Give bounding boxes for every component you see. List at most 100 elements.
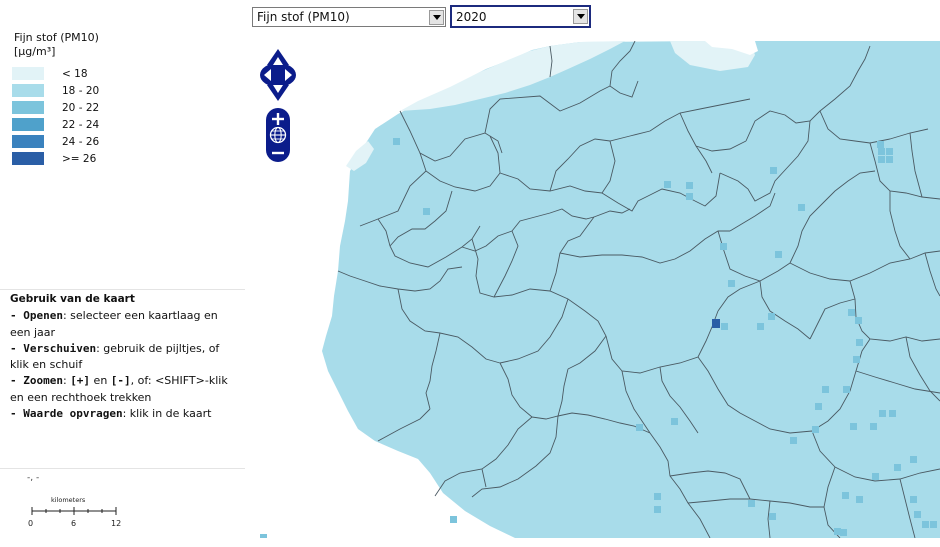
- concentration-cell: [850, 423, 857, 430]
- concentration-cell: [720, 243, 727, 250]
- concentration-cell: [822, 386, 829, 393]
- scale-tick: 6: [71, 519, 77, 528]
- layer-select-value: Fijn stof (PM10): [257, 10, 350, 24]
- legend-label: 24 - 26: [62, 135, 100, 148]
- map-canvas[interactable]: [250, 41, 940, 538]
- concentration-cell: [768, 313, 775, 320]
- concentration-cell: [886, 148, 893, 155]
- concentration-cell: [654, 493, 661, 500]
- concentration-cell: [790, 437, 797, 444]
- divider: [0, 468, 245, 469]
- legend-label: 20 - 22: [62, 101, 100, 114]
- legend-swatch: [12, 135, 44, 148]
- legend-swatch: [12, 118, 44, 131]
- concentration-cell: [840, 529, 847, 536]
- scale-tick: 12: [111, 519, 122, 528]
- legend-label: >= 26: [62, 152, 97, 165]
- legend: < 18 18 - 20 20 - 22 22 - 24 24 - 26 >= …: [12, 65, 99, 167]
- help-zoom-minus: [-]: [110, 374, 131, 388]
- legend-title: Fijn stof (PM10) [µg/m³]: [14, 31, 99, 59]
- concentration-cell: [757, 323, 764, 330]
- help-value-key: - Waarde opvragen: [10, 407, 123, 421]
- help-value: - Waarde opvragen: klik in de kaart: [10, 406, 238, 422]
- help-move: - Verschuiven: gebruik de pijltjes, of k…: [10, 341, 238, 374]
- cursor-coordinates: -, -: [27, 473, 40, 483]
- concentration-cell: [393, 138, 400, 145]
- concentration-cell: [853, 356, 860, 363]
- help-zoom-plus: [+]: [70, 374, 91, 388]
- concentration-cell: [870, 423, 877, 430]
- help-zoom-and: en: [90, 374, 111, 388]
- concentration-cell: [856, 496, 863, 503]
- concentration-cell: [798, 204, 805, 211]
- scale-tick: 0: [28, 519, 34, 528]
- concentration-cell: [686, 193, 693, 200]
- usage-instructions: Gebruik van de kaart - Openen: selecteer…: [10, 291, 238, 422]
- help-open-key: - Openen: [10, 309, 63, 323]
- help-move-key: - Verschuiven: [10, 341, 97, 355]
- help-value-text: : klik in de kaart: [122, 407, 212, 421]
- concentration-cell: [930, 521, 937, 528]
- year-select-value: 2020: [456, 9, 487, 24]
- help-zoom-key: - Zoomen: [10, 374, 63, 388]
- concentration-cell: [812, 426, 819, 433]
- legend-label: 18 - 20: [62, 84, 100, 97]
- help-title: Gebruik van de kaart: [10, 293, 135, 305]
- scale-bar-graphic: [31, 507, 117, 515]
- pan-arrows-icon[interactable]: [260, 49, 296, 101]
- concentration-cell: [886, 156, 893, 163]
- concentration-cell: [856, 339, 863, 346]
- divider: [0, 289, 245, 290]
- concentration-cell: [878, 148, 885, 155]
- concentration-cell: [423, 208, 430, 215]
- year-select[interactable]: 2020: [450, 5, 591, 28]
- legend-label: 22 - 24: [62, 118, 100, 131]
- concentration-cell: [671, 418, 678, 425]
- concentration-cell: [748, 500, 755, 507]
- concentration-cell: [910, 496, 917, 503]
- concentration-cell: [654, 506, 661, 513]
- legend-swatch: [12, 67, 44, 80]
- concentration-cell-high: [712, 319, 720, 328]
- concentration-cell: [877, 141, 884, 148]
- legend-swatch: [12, 101, 44, 114]
- concentration-cell: [450, 516, 457, 523]
- sidebar: Fijn stof (PM10) [µg/m³] < 18 18 - 20 20…: [0, 0, 245, 547]
- concentration-cell: [872, 473, 879, 480]
- legend-title-layer: Fijn stof (PM10): [14, 31, 99, 44]
- legend-item: 18 - 20: [12, 82, 99, 99]
- pm10-map[interactable]: [250, 41, 940, 538]
- help-zoom: - Zoomen: [+] en [-], of: <SHIFT>-klik e…: [10, 373, 238, 406]
- legend-label: < 18: [62, 67, 88, 80]
- concentration-cell: [914, 511, 921, 518]
- map-navigation: [258, 48, 298, 170]
- legend-swatch: [12, 152, 44, 165]
- chevron-down-icon[interactable]: [573, 9, 588, 24]
- scale-unit: kilometers: [51, 496, 86, 504]
- concentration-cell: [848, 309, 855, 316]
- layer-select[interactable]: Fijn stof (PM10): [252, 7, 446, 27]
- legend-swatch: [12, 84, 44, 97]
- concentration-cell: [879, 410, 886, 417]
- concentration-cell: [721, 323, 728, 330]
- legend-item: 22 - 24: [12, 116, 99, 133]
- concentration-cell: [775, 251, 782, 258]
- legend-item: < 18: [12, 65, 99, 82]
- help-open: - Openen: selecteer een kaartlaag en een…: [10, 308, 238, 341]
- concentration-cell: [878, 156, 885, 163]
- concentration-cell: [636, 424, 643, 431]
- concentration-cell: [910, 456, 917, 463]
- legend-item: 20 - 22: [12, 99, 99, 116]
- concentration-cell: [834, 528, 841, 535]
- concentration-cell: [922, 521, 929, 528]
- scale-bar: kilometers 0 6 12: [22, 496, 132, 532]
- concentration-cell: [815, 403, 822, 410]
- legend-title-unit: [µg/m³]: [14, 45, 56, 58]
- legend-item: 24 - 26: [12, 133, 99, 150]
- concentration-cell: [686, 182, 693, 189]
- concentration-cell: [728, 280, 735, 287]
- chevron-down-icon[interactable]: [429, 9, 444, 25]
- concentration-cell: [855, 317, 862, 324]
- concentration-cell: [664, 181, 671, 188]
- concentration-cell: [769, 513, 776, 520]
